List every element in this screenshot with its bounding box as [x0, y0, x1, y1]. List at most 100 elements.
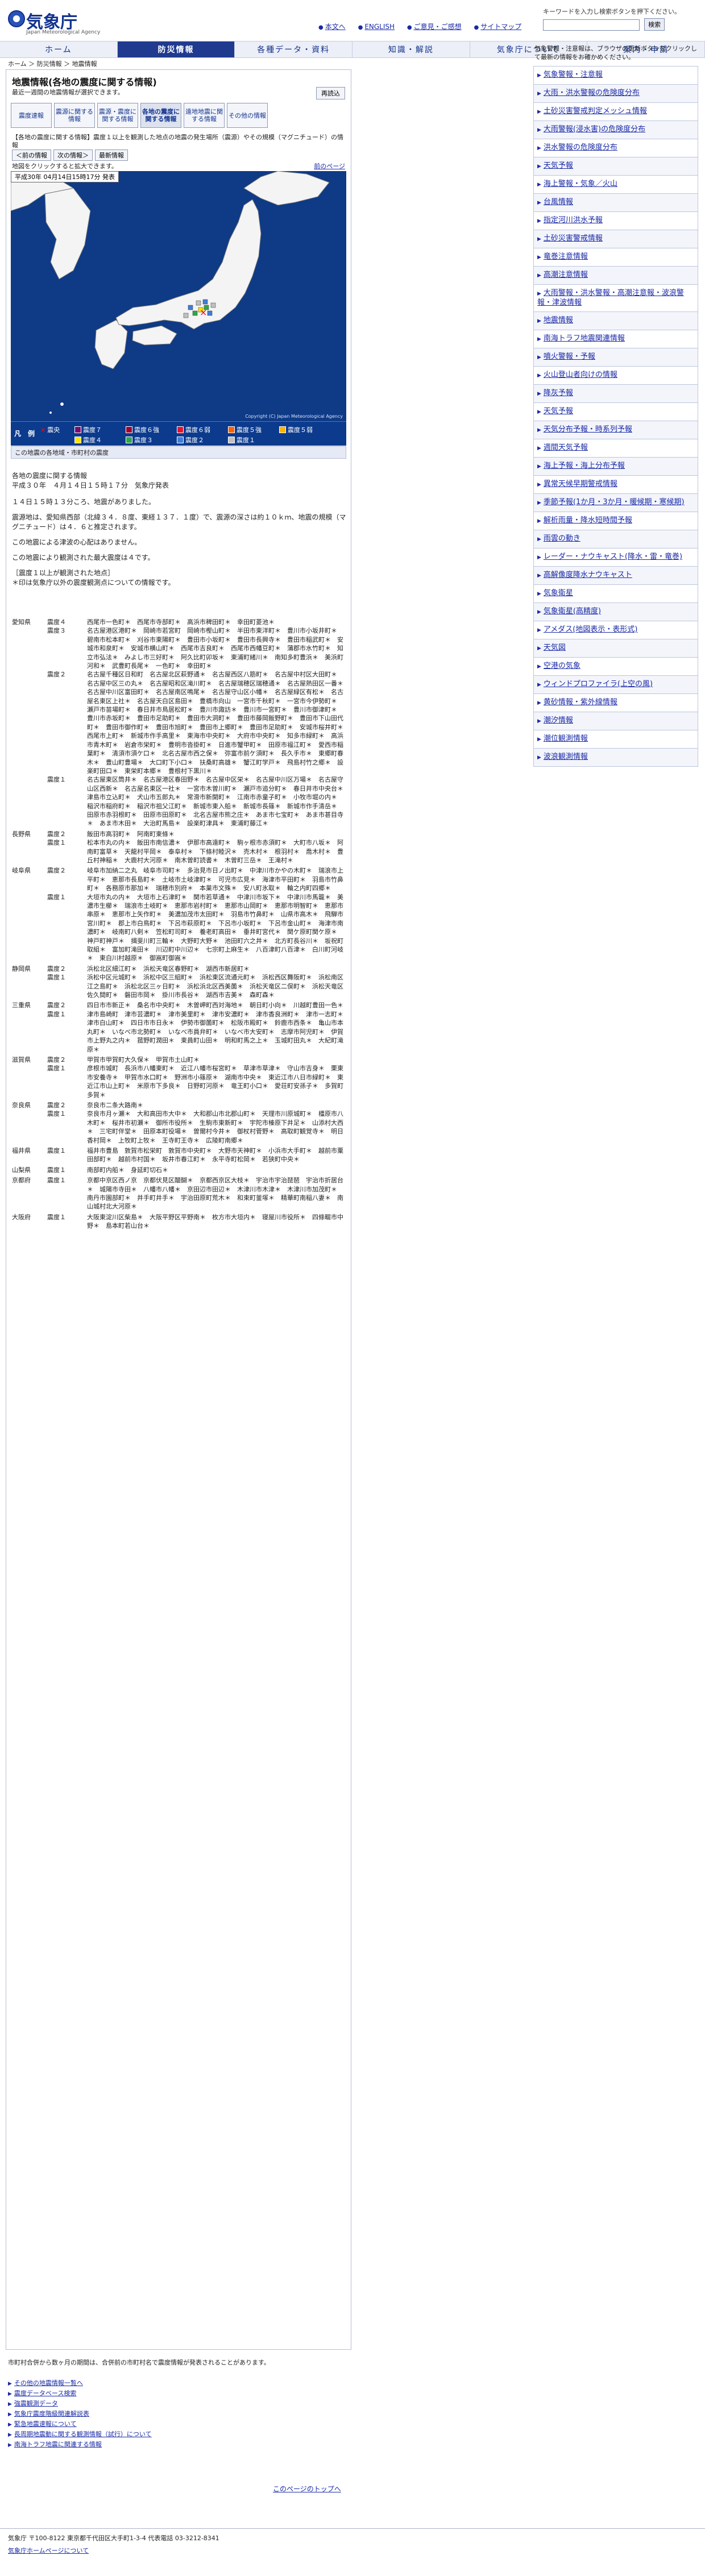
sidebar-item[interactable]: ▶ 火山登山者向けの情報: [533, 367, 698, 385]
sidebar-item[interactable]: ▶ 降灰予報: [533, 385, 698, 403]
nav-knowledge[interactable]: 知識・解説: [353, 41, 470, 57]
sidebar-item[interactable]: ▶ 天気予報: [533, 157, 698, 176]
sidebar-item-label[interactable]: 波浪観測情報: [544, 753, 588, 761]
sidebar-item[interactable]: ▶ 潮位観測情報: [533, 730, 698, 749]
sidebar-item[interactable]: ▶ 洪水警報の危険度分布: [533, 139, 698, 157]
sidebar-item[interactable]: ▶ 週間天気予報: [533, 439, 698, 458]
related-link[interactable]: 震度データベース検索: [14, 2390, 76, 2397]
sidebar-item-label[interactable]: 高潮注意情報: [544, 271, 588, 279]
sidebar-item[interactable]: ▶ 黄砂情報・紫外線情報: [533, 694, 698, 712]
sidebar-item-label[interactable]: 空港の気象: [544, 662, 580, 670]
breadcrumb[interactable]: ホーム ＞ 防災情報 ＞ 地震情報: [8, 59, 97, 68]
sidebar-item[interactable]: ▶ 高解像度降水ナウキャスト: [533, 567, 698, 585]
site-logo[interactable]: 気象庁 Japan Meteorological Agency: [8, 8, 110, 36]
latest-info-button[interactable]: 最新情報: [95, 149, 128, 161]
tab-distant-quake[interactable]: 遠地地震に関する情報: [184, 103, 225, 128]
sidebar-item-label[interactable]: 異常天候早期警戒情報: [544, 480, 617, 488]
sidebar-item-label[interactable]: 高解像度降水ナウキャスト: [544, 571, 632, 579]
prev-info-button[interactable]: ＜前の情報: [12, 149, 51, 161]
related-link[interactable]: 気象庁震度階級関連解説表: [14, 2410, 89, 2417]
sidebar-item[interactable]: ▶ 空港の気象: [533, 658, 698, 676]
sidebar-item[interactable]: ▶ 気象衛星: [533, 585, 698, 603]
sidebar-item-label[interactable]: 海上警報・気象／火山: [544, 180, 617, 188]
sidebar-item-label[interactable]: ウィンドプロファイラ(上空の風): [544, 680, 653, 688]
sidebar-item-label[interactable]: 海上予報・海上分布予報: [544, 462, 625, 470]
sidebar-item-label[interactable]: 気象警報・注意報: [544, 70, 603, 79]
sidebar-item-label[interactable]: レーダー・ナウキャスト(降水・雷・竜巻): [544, 552, 682, 561]
sidebar-item-label[interactable]: 気象衛星(高精度): [544, 607, 601, 616]
sidebar-item-label[interactable]: 天気予報: [544, 407, 573, 416]
sidebar-item[interactable]: ▶ 南海トラフ地震関連情報: [533, 330, 698, 348]
nav-data[interactable]: 各種データ・資料: [235, 41, 353, 57]
sidebar-item-label[interactable]: 大雨警報(浸水害)の危険度分布: [544, 125, 645, 134]
sidebar-item-label[interactable]: 台風情報: [544, 198, 573, 206]
related-link[interactable]: 強震観測データ: [14, 2400, 58, 2407]
search-input[interactable]: [543, 19, 640, 31]
sidebar-item[interactable]: ▶ 竜巻注意情報: [533, 248, 698, 267]
tab-hypocenter[interactable]: 震源に関する情報: [54, 103, 95, 128]
sidebar-item[interactable]: ▶ 高潮注意情報: [533, 267, 698, 285]
sidebar-item-label[interactable]: 南海トラフ地震関連情報: [544, 334, 625, 343]
sidebar-item-label[interactable]: 降灰予報: [544, 389, 573, 397]
sidebar-item-label[interactable]: 天気分布予報・時系列予報: [544, 425, 632, 434]
sidebar-item[interactable]: ▶ 天気図: [533, 639, 698, 658]
next-info-button[interactable]: 次の情報＞: [53, 149, 93, 161]
sidebar-item[interactable]: ▶ 地震情報: [533, 312, 698, 330]
sidebar-item-label[interactable]: 火山登山者向けの情報: [544, 371, 617, 379]
tab-shindo-sokuho[interactable]: 震度速報: [11, 103, 52, 128]
sidebar-item[interactable]: ▶ 異常天候早期警戒情報: [533, 476, 698, 494]
sidebar-item-label[interactable]: 竜巻注意情報: [544, 252, 588, 261]
sidebar-item-label[interactable]: 気象衛星: [544, 589, 573, 597]
sidebar-item[interactable]: ▶ 波浪観測情報: [533, 749, 698, 767]
search-button[interactable]: 検索: [644, 18, 665, 31]
sidebar-item-label[interactable]: 解析雨量・降水短時間予報: [544, 516, 632, 525]
sidebar-item[interactable]: ▶ 潮汐情報: [533, 712, 698, 730]
related-link[interactable]: 南海トラフ地震に関連する情報: [14, 2441, 102, 2448]
sidebar-item[interactable]: ▶ ウィンドプロファイラ(上空の風): [533, 676, 698, 694]
sidebar-item-label[interactable]: 天気図: [544, 643, 566, 652]
sidebar-item-label[interactable]: アメダス(地図表示・表形式): [544, 625, 638, 634]
tab-hypocenter-intensity[interactable]: 震源・震度に関する情報: [97, 103, 138, 128]
sidebar-item-label[interactable]: 週間天気予報: [544, 443, 588, 452]
footer-about-link[interactable]: 気象庁ホームページについて: [8, 2546, 89, 2555]
sidebar-item[interactable]: ▶ 解析雨量・降水短時間予報: [533, 512, 698, 530]
top-link-main[interactable]: 本文へ: [325, 23, 346, 31]
sidebar-item-label[interactable]: 地震情報: [544, 316, 573, 325]
sidebar-item-label[interactable]: 潮汐情報: [544, 716, 573, 725]
sidebar-item[interactable]: ▶ 季節予報(1か月・3か月・暖候期・寒候期): [533, 494, 698, 512]
sidebar-item-label[interactable]: 土砂災害警戒情報: [544, 234, 603, 243]
sidebar-item[interactable]: ▶ 雨雲の動き: [533, 530, 698, 549]
tab-other[interactable]: その他の情報: [227, 103, 268, 128]
tab-intensity-by-area[interactable]: 各地の震度に関する情報: [140, 103, 181, 128]
sidebar-item-label[interactable]: 潮位観測情報: [544, 734, 588, 743]
sidebar-item-label[interactable]: 指定河川洪水予報: [544, 216, 603, 225]
sidebar-item-label[interactable]: 季節予報(1か月・3か月・暖候期・寒候期): [544, 498, 685, 506]
page-top-link[interactable]: このページのトップへ: [273, 2484, 341, 2494]
sidebar-item-label[interactable]: 大雨警報・洪水警報・高潮注意報・波浪警報・津波情報: [537, 289, 684, 307]
nav-disaster-info[interactable]: 防災情報: [117, 41, 235, 57]
sidebar-item[interactable]: ▶ 大雨警報(浸水害)の危険度分布: [533, 121, 698, 139]
sidebar-item-label[interactable]: 土砂災害警戒判定メッシュ情報: [544, 107, 647, 115]
sidebar-item[interactable]: ▶ アメダス(地図表示・表形式): [533, 621, 698, 639]
reload-button[interactable]: 再読込: [316, 87, 345, 99]
sidebar-item[interactable]: ▶ 天気予報: [533, 403, 698, 421]
sidebar-item-label[interactable]: 大雨・洪水警報の危険度分布: [544, 89, 640, 97]
sidebar-item[interactable]: ▶ 天気分布予報・時系列予報: [533, 421, 698, 439]
sidebar-item-label[interactable]: 噴火警報・予報: [544, 352, 595, 361]
sidebar-item[interactable]: ▶ 海上警報・気象／火山: [533, 176, 698, 194]
nav-home[interactable]: ホーム: [0, 41, 118, 57]
related-link[interactable]: 長周期地震動に関する観測情報（試行）について: [14, 2430, 152, 2438]
sidebar-item[interactable]: ▶ 気象衛星(高精度): [533, 603, 698, 621]
sidebar-item-label[interactable]: 洪水警報の危険度分布: [544, 143, 617, 152]
intensity-list-link[interactable]: この地震の各地域・市町村の震度: [11, 446, 346, 459]
sidebar-item[interactable]: ▶ 海上予報・海上分布予報: [533, 458, 698, 476]
sidebar-item[interactable]: ▶ 噴火警報・予報: [533, 348, 698, 367]
sidebar-item[interactable]: ▶ 大雨警報・洪水警報・高潮注意報・波浪警報・津波情報: [533, 285, 698, 312]
related-link[interactable]: その他の地震情報一覧へ: [14, 2379, 83, 2387]
sidebar-item[interactable]: ▶ 気象警報・注意報: [533, 66, 698, 85]
sidebar-item[interactable]: ▶ 土砂災害警戒情報: [533, 230, 698, 248]
top-link-feedback[interactable]: ご意見・ご感想: [414, 23, 462, 31]
epicenter-map[interactable]: × 平成30年 04月14日15時17分 発表 Copyright (C) Ja…: [11, 171, 346, 421]
sidebar-item[interactable]: ▶ 台風情報: [533, 194, 698, 212]
sidebar-item[interactable]: ▶ レーダー・ナウキャスト(降水・雷・竜巻): [533, 549, 698, 567]
